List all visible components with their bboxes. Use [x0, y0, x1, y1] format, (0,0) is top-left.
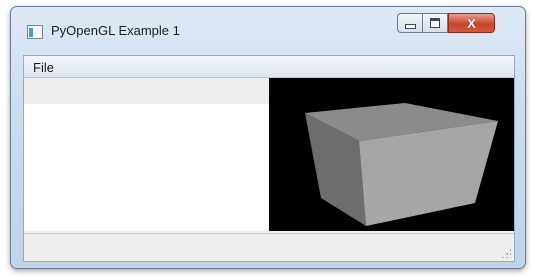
- left-panel-header: [24, 78, 269, 104]
- minimize-icon: [404, 24, 416, 29]
- menu-item-file[interactable]: File: [30, 60, 57, 75]
- close-button[interactable]: X: [448, 13, 495, 33]
- close-icon: X: [467, 15, 476, 31]
- client-area: File: [23, 55, 515, 262]
- app-icon[interactable]: [27, 25, 43, 39]
- maximize-button[interactable]: [423, 13, 448, 33]
- cube-render: [305, 103, 498, 226]
- app-window: PyOpenGL Example 1 X File: [10, 6, 526, 269]
- title-bar[interactable]: PyOpenGL Example 1 X: [11, 7, 525, 51]
- resize-grip-icon[interactable]: [501, 248, 511, 258]
- window-title: PyOpenGL Example 1: [51, 23, 180, 38]
- status-bar: [24, 233, 514, 261]
- minimize-button[interactable]: [397, 13, 423, 33]
- menu-bar: File: [24, 56, 514, 78]
- maximize-icon: [430, 18, 440, 28]
- left-panel: [24, 78, 269, 231]
- opengl-canvas[interactable]: [269, 78, 514, 231]
